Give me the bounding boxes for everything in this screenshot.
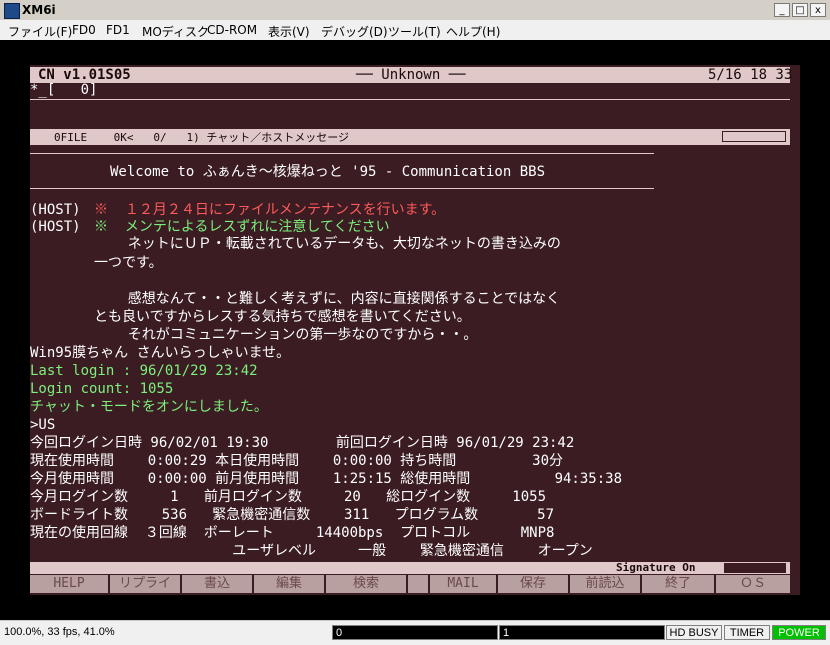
host-body-line: 一つです。 (94, 255, 163, 271)
fkey-write[interactable]: 書込 (182, 575, 252, 593)
divider (30, 99, 790, 100)
minimize-button[interactable]: _ (774, 3, 790, 17)
stats-line: 今月ログイン数 1 前月ログイン数 20 総ログイン数 1055 (30, 489, 547, 505)
menu-help[interactable]: ヘルプ(H) (446, 23, 500, 40)
title-bar: XM6i _ □ x (0, 0, 830, 20)
fkey-edit[interactable]: 編集 (254, 575, 324, 593)
host-body-line: とも良いですからレスする気持ちで感想を書いてください。 (94, 309, 471, 325)
speed-readout: 100.0%, 33 fps, 41.0% (4, 626, 115, 638)
signature-indicator (724, 563, 786, 573)
menu-debug[interactable]: デバッグ(D) (321, 23, 388, 40)
power-indicator: POWER (772, 625, 826, 640)
greeting: Win95膜ちゃん さんいらっしゃいませ。 (30, 345, 291, 361)
fkey-reply[interactable]: リプライ (110, 575, 180, 593)
welcome-banner: Welcome to ふぁんき〜核爆ねっと '95 - Communicatio… (110, 164, 546, 180)
host-message-maintenance: ※ １２月２４日にファイルメンテナンスを行います。 (94, 202, 446, 218)
menu-bar: ファイル(F) FD0 FD1 MOディスク CD-ROM 表示(V) デバッグ… (0, 20, 830, 41)
terminal-clock: 5/16 18 33 (708, 67, 793, 83)
menu-fd0[interactable]: FD0 (72, 23, 96, 37)
fkey-exit[interactable]: 終了 (642, 575, 714, 593)
host-body-line: ネットにＵＰ・転載されているデータも、大切なネットの書き込みの (94, 236, 561, 252)
stats-line: ユーザレベル 一般 緊急機密通信 オープン (30, 543, 593, 559)
host-tag: (HOST) (30, 219, 81, 235)
fkey-prev-read[interactable]: 前読込 (570, 575, 640, 593)
divider (30, 188, 654, 189)
fkey-blank[interactable] (408, 575, 428, 593)
fkey-os[interactable]: ＯＳ (716, 575, 790, 593)
menu-tools[interactable]: ツール(T) (388, 23, 441, 40)
divider (30, 153, 654, 154)
signature-status: Signature On (616, 561, 696, 574)
command-echo: >US (30, 417, 56, 433)
fkey-save[interactable]: 保存 (498, 575, 568, 593)
stats-line: 今回ログイン日時 96/02/01 19:30 前回ログイン日時 96/01/2… (30, 435, 575, 451)
floppy-drive-0: 0 (332, 625, 498, 640)
close-button[interactable]: x (810, 3, 826, 17)
host-tag: (HOST) (30, 202, 81, 218)
menu-fd1[interactable]: FD1 (106, 23, 130, 37)
terminal-version: CN v1.01S05 (38, 67, 131, 83)
terminal: CN v1.01S05 ── Unknown ── 5/16 18 33 *_[… (30, 65, 800, 595)
stats-line: 現在使用時間 0:00:29 本日使用時間 0:00:00 持ち時間 30分 (30, 453, 564, 469)
menu-file[interactable]: ファイル(F) (8, 23, 72, 40)
last-login: Last login : 96/01/29 23:42 (30, 363, 258, 379)
window-title: XM6i (22, 3, 56, 17)
menu-cd-rom[interactable]: CD-ROM (207, 23, 257, 37)
terminal-input-line[interactable]: *_[ 0] (30, 82, 97, 98)
status-bar: 100.0%, 33 fps, 41.0% 0 1 HD BUSY TIMER … (0, 620, 830, 645)
floppy-drive-1: 1 (499, 625, 665, 640)
timer-indicator: TIMER (724, 625, 770, 640)
fkey-search[interactable]: 検索 (326, 575, 406, 593)
login-count: Login count: 1055 (30, 381, 174, 397)
chat-mode-title: 0FILE 0K< 0/ 1) チャット／ホストメッセージ (54, 131, 349, 144)
chat-mode-on: チャット・モードをオンにしました。 (30, 399, 268, 415)
menu-mo-disk[interactable]: MOディスク (142, 23, 209, 40)
menu-view[interactable]: 表示(V) (268, 23, 310, 40)
stats-line: ボードライト数 536 緊急機密通信数 311 プログラム数 57 (30, 507, 555, 523)
stats-line: 今月使用時間 0:00:00 前月使用時間 1:25:15 総使用時間 94:3… (30, 471, 623, 487)
fkey-help[interactable]: HELP (30, 575, 108, 593)
stats-line: 現在の使用回線 ３回線 ボーレート 14400bps プロトコル MNP8 (30, 525, 555, 541)
host-body-line: 感想なんて・・と難しく考えずに、内容に直接関係することではなく (94, 291, 561, 307)
host-body-line: それがコミュニケーションの第一歩なのですから・・。 (94, 327, 478, 343)
terminal-host-name: ── Unknown ── (356, 67, 466, 83)
emulator-screen[interactable]: CN v1.01S05 ── Unknown ── 5/16 18 33 *_[… (0, 40, 830, 620)
chat-indicator-box (722, 131, 786, 142)
maximize-button[interactable]: □ (792, 3, 808, 17)
fkey-mail[interactable]: MAIL (430, 575, 496, 593)
app-icon (4, 3, 20, 19)
hd-busy-indicator: HD BUSY (666, 625, 722, 640)
host-message-warning: ※ メンテによるレスずれに注意してください (94, 219, 390, 235)
